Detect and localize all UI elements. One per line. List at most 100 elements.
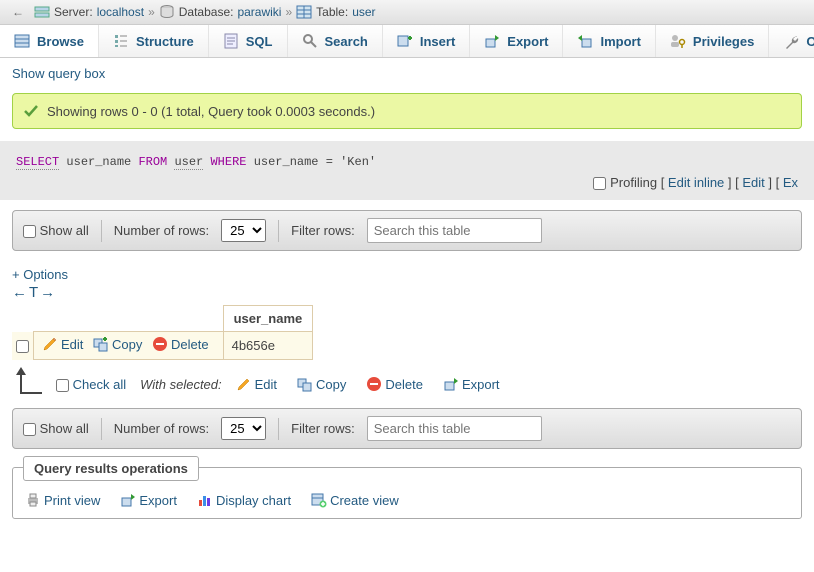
tab-search[interactable]: Search <box>288 25 383 57</box>
results-table: user_name Edit Copy Delete 4b656e <box>12 305 313 360</box>
tab-sql-label: SQL <box>246 34 273 49</box>
tab-sql[interactable]: SQL <box>209 25 288 57</box>
profiling-checkbox[interactable] <box>593 177 606 190</box>
options-toggle[interactable]: + Options <box>12 267 68 282</box>
import-icon <box>577 33 593 49</box>
filter-rows-input-bottom[interactable] <box>367 416 542 441</box>
print-icon <box>25 492 41 508</box>
filter-rows-input[interactable] <box>367 218 542 243</box>
export-icon <box>120 492 136 508</box>
tab-bar: Browse Structure SQL Search Insert Expor… <box>0 25 814 58</box>
tab-operations-label: Opera <box>806 34 814 49</box>
tab-privileges[interactable]: Privileges <box>656 25 769 57</box>
check-all-label[interactable]: Check all <box>73 377 126 392</box>
ops-export-link[interactable]: Export <box>120 492 177 508</box>
browse-icon <box>14 33 30 49</box>
create-view-link[interactable]: Create view <box>311 492 399 508</box>
query-results-operations: Query results operations Print view Expo… <box>12 467 802 519</box>
tab-operations[interactable]: Opera <box>769 25 814 57</box>
tab-search-label: Search <box>325 34 368 49</box>
operations-icon <box>783 33 799 49</box>
print-view-link[interactable]: Print view <box>25 492 100 508</box>
tab-browse[interactable]: Browse <box>0 25 99 57</box>
table-icon <box>296 4 312 20</box>
insert-icon <box>397 33 413 49</box>
num-rows-select-bottom[interactable]: 25 <box>221 417 266 440</box>
sql-icon <box>223 33 239 49</box>
bulk-copy-link[interactable]: Copy <box>297 376 346 392</box>
row-delete-link[interactable]: Delete <box>152 336 209 352</box>
check-all-group[interactable]: Check all <box>56 377 126 392</box>
tab-privileges-label: Privileges <box>693 34 754 49</box>
tab-import[interactable]: Import <box>563 25 655 57</box>
tab-import-label: Import <box>600 34 640 49</box>
table-label: Table: <box>316 5 348 19</box>
cell-user-name: 4b656e <box>223 332 313 360</box>
show-all-group[interactable]: Show all <box>23 223 89 238</box>
show-query-box-link[interactable]: Show query box <box>12 66 105 81</box>
num-rows-label-bottom: Number of rows: <box>114 421 209 436</box>
success-message: Showing rows 0 - 0 (1 total, Query took … <box>12 93 802 129</box>
privileges-icon <box>670 33 686 49</box>
copy-icon <box>297 376 313 392</box>
success-icon <box>23 103 39 119</box>
row-edit-link[interactable]: Edit <box>42 336 83 352</box>
check-all-row: Check all With selected: Edit Copy Delet… <box>12 374 802 394</box>
results-navbar-top: Show all Number of rows: 25 Filter rows: <box>12 210 802 251</box>
show-all-checkbox[interactable] <box>23 225 36 238</box>
tab-insert[interactable]: Insert <box>383 25 470 57</box>
num-rows-select[interactable]: 25 <box>221 219 266 242</box>
nav-back-button[interactable]: ← <box>6 5 30 19</box>
create-view-icon <box>311 492 327 508</box>
sql-query-box: SELECT user_name FROM user WHERE user_na… <box>0 141 814 200</box>
breadcrumb-table-link[interactable]: user <box>352 5 375 19</box>
sort-direction-controls[interactable]: ←T→ <box>12 284 802 301</box>
display-chart-link[interactable]: Display chart <box>197 492 291 508</box>
tab-export[interactable]: Export <box>470 25 563 57</box>
results-navbar-bottom: Show all Number of rows: 25 Filter rows: <box>12 408 802 449</box>
pencil-icon <box>236 376 252 392</box>
export-icon <box>443 376 459 392</box>
sql-query-text: SELECT user_name FROM user WHERE user_na… <box>16 155 798 169</box>
delete-icon <box>366 376 382 392</box>
num-rows-label: Number of rows: <box>114 223 209 238</box>
ops-legend: Query results operations <box>23 456 199 481</box>
breadcrumb-server-link[interactable]: localhost <box>97 5 144 19</box>
bulk-delete-link[interactable]: Delete <box>366 376 423 392</box>
up-arrow-icon <box>20 374 42 394</box>
with-selected-label: With selected: <box>140 377 222 392</box>
tab-structure[interactable]: Structure <box>99 25 209 57</box>
check-all-checkbox[interactable] <box>56 379 69 392</box>
edit-sql-link[interactable]: Edit <box>742 175 764 190</box>
row-copy-link[interactable]: Copy <box>93 336 142 352</box>
show-all-group-bottom[interactable]: Show all <box>23 421 89 436</box>
success-text: Showing rows 0 - 0 (1 total, Query took … <box>47 104 375 119</box>
chart-icon <box>197 492 213 508</box>
bulk-export-link[interactable]: Export <box>443 376 500 392</box>
column-header-user-name[interactable]: user_name <box>223 306 313 332</box>
copy-icon <box>93 336 109 352</box>
explain-sql-link[interactable]: Ex <box>783 175 798 190</box>
database-icon <box>159 4 175 20</box>
breadcrumb-db-link[interactable]: parawiki <box>237 5 281 19</box>
database-label: Database: <box>179 5 234 19</box>
filter-rows-label-bottom: Filter rows: <box>291 421 355 436</box>
tab-browse-label: Browse <box>37 34 84 49</box>
edit-inline-link[interactable]: Edit inline <box>668 175 724 190</box>
tab-export-label: Export <box>507 34 548 49</box>
server-label: Server: <box>54 5 93 19</box>
export-icon <box>484 33 500 49</box>
show-all-label: Show all <box>40 223 89 238</box>
bulk-edit-link[interactable]: Edit <box>236 376 277 392</box>
filter-rows-label: Filter rows: <box>291 223 355 238</box>
tab-insert-label: Insert <box>420 34 455 49</box>
pencil-icon <box>42 336 58 352</box>
breadcrumb: ← Server: localhost » Database: parawiki… <box>0 0 814 25</box>
delete-icon <box>152 336 168 352</box>
structure-icon <box>113 33 129 49</box>
profiling-label: Profiling <box>610 175 657 190</box>
search-icon <box>302 33 318 49</box>
row-checkbox[interactable] <box>16 340 29 353</box>
show-all-checkbox-bottom[interactable] <box>23 423 36 436</box>
tab-structure-label: Structure <box>136 34 194 49</box>
